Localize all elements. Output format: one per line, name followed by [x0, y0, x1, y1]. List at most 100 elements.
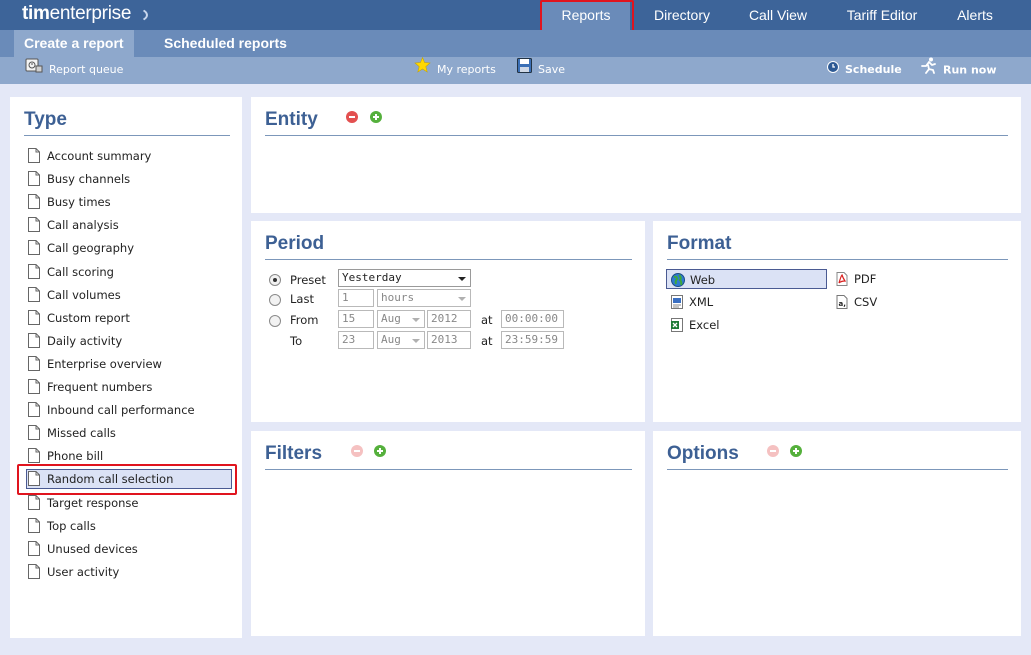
report-type-item[interactable]: Custom report [26, 308, 232, 328]
format-option-xml[interactable]: XML [666, 292, 746, 312]
report-type-label: Inbound call performance [47, 403, 195, 417]
report-type-item[interactable]: Missed calls [26, 423, 232, 443]
nav-tariff-editor[interactable]: Tariff Editor [832, 0, 932, 30]
document-icon [28, 148, 40, 169]
to-year-input[interactable]: 2013 [427, 331, 471, 349]
format-option-web[interactable]: Web [666, 269, 827, 289]
report-type-item[interactable]: Call scoring [26, 262, 232, 282]
report-type-item[interactable]: Frequent numbers [26, 377, 232, 397]
report-type-item[interactable]: Unused devices [26, 539, 232, 559]
run-now-label: Run now [943, 63, 997, 77]
report-type-item[interactable]: Account summary [26, 146, 232, 166]
report-type-item[interactable]: User activity [26, 562, 232, 582]
schedule-clock-icon [827, 57, 839, 83]
from-at-label: at [481, 313, 493, 327]
from-radio[interactable] [269, 315, 281, 327]
csv-file-icon: a, [835, 295, 849, 315]
format-panel-title: Format [667, 233, 732, 254]
format-option-pdf[interactable]: PDF [831, 269, 911, 289]
nav-call-view[interactable]: Call View [736, 0, 820, 30]
document-icon [28, 541, 40, 562]
schedule-button[interactable]: Schedule [827, 57, 902, 84]
document-icon [28, 425, 40, 446]
report-type-label: Enterprise overview [47, 357, 162, 371]
format-option-excel[interactable]: Excel [666, 315, 746, 335]
document-icon [28, 240, 40, 261]
to-day-input[interactable]: 23 [338, 331, 374, 349]
report-queue-button[interactable]: Report queue [25, 57, 123, 84]
report-type-item[interactable]: Enterprise overview [26, 354, 232, 374]
report-type-item[interactable]: Phone bill [26, 446, 232, 466]
sub-nav-bar: Create a report Scheduled reports [0, 30, 1031, 57]
document-icon [28, 171, 40, 192]
last-unit-value: hours [381, 291, 415, 304]
report-type-item[interactable]: Target response [26, 493, 232, 513]
run-now-button[interactable]: Run now [920, 57, 997, 84]
preset-label: Preset [290, 273, 326, 287]
report-type-label: Call analysis [47, 218, 119, 232]
preset-select[interactable]: Yesterday [338, 269, 471, 287]
from-month-select[interactable]: Aug [377, 310, 425, 328]
type-panel: Type Account summary Busy channels Busy ti… [10, 97, 242, 638]
report-type-label: Account summary [47, 149, 152, 163]
report-type-label: Phone bill [47, 449, 104, 463]
document-icon [28, 471, 40, 492]
format-option-csv[interactable]: a, CSV [831, 292, 911, 312]
report-type-label: Daily activity [47, 334, 123, 348]
last-radio[interactable] [269, 294, 281, 306]
to-month-select[interactable]: Aug [377, 331, 425, 349]
entity-remove-button[interactable] [346, 111, 358, 123]
report-type-label: Missed calls [47, 426, 116, 440]
last-unit-select[interactable]: hours [377, 289, 471, 307]
format-pdf-label: PDF [854, 272, 877, 286]
report-type-label: Random call selection [47, 472, 174, 486]
report-type-label: Unused devices [47, 542, 138, 556]
document-icon [28, 402, 40, 423]
report-type-item[interactable]: Call volumes [26, 285, 232, 305]
to-time-input[interactable]: 23:59:59 [501, 331, 564, 349]
type-panel-title: Type [24, 109, 67, 130]
from-day-input[interactable]: 15 [338, 310, 374, 328]
options-add-button[interactable] [790, 445, 802, 457]
entity-panel-divider [265, 135, 1008, 136]
document-icon [28, 379, 40, 400]
report-type-item[interactable]: Inbound call performance [26, 400, 232, 420]
report-type-label: Custom report [47, 311, 130, 325]
tab-scheduled-reports[interactable]: Scheduled reports [154, 30, 297, 57]
report-type-item[interactable]: Call analysis [26, 215, 232, 235]
options-panel: Options [653, 431, 1021, 636]
preset-radio[interactable] [269, 274, 281, 286]
pdf-file-icon [835, 272, 849, 292]
report-type-label: Busy times [47, 195, 111, 209]
nav-alerts[interactable]: Alerts [944, 0, 1006, 30]
report-type-item[interactable]: Daily activity [26, 331, 232, 351]
document-icon [28, 194, 40, 215]
filters-remove-button[interactable] [351, 445, 363, 457]
from-time-input[interactable]: 00:00:00 [501, 310, 564, 328]
document-icon [28, 356, 40, 377]
last-count-input[interactable]: 1 [338, 289, 374, 307]
save-button[interactable]: Save [517, 57, 565, 84]
chevron-down-icon [412, 318, 420, 322]
globe-icon [671, 273, 685, 293]
running-man-icon [920, 57, 937, 84]
document-icon [28, 495, 40, 516]
from-year-input[interactable]: 2012 [427, 310, 471, 328]
report-type-item[interactable]: Top calls [26, 516, 232, 536]
report-type-item[interactable]: Busy times [26, 192, 232, 212]
report-type-item[interactable]: Busy channels [26, 169, 232, 189]
options-remove-button[interactable] [767, 445, 779, 457]
report-type-label: Frequent numbers [47, 380, 153, 394]
report-type-label: Target response [47, 496, 139, 510]
report-type-label: Call volumes [47, 288, 121, 302]
report-type-item[interactable]: Call geography [26, 238, 232, 258]
filters-add-button[interactable] [374, 445, 386, 457]
report-type-item[interactable]: Random call selection [26, 469, 232, 489]
from-month-value: Aug [381, 312, 401, 325]
entity-add-button[interactable] [370, 111, 382, 123]
my-reports-button[interactable]: My reports [414, 56, 496, 84]
nav-reports[interactable]: Reports [542, 0, 630, 30]
nav-directory[interactable]: Directory [640, 0, 724, 30]
report-queue-icon [25, 57, 43, 83]
tab-create-report[interactable]: Create a report [14, 30, 134, 57]
